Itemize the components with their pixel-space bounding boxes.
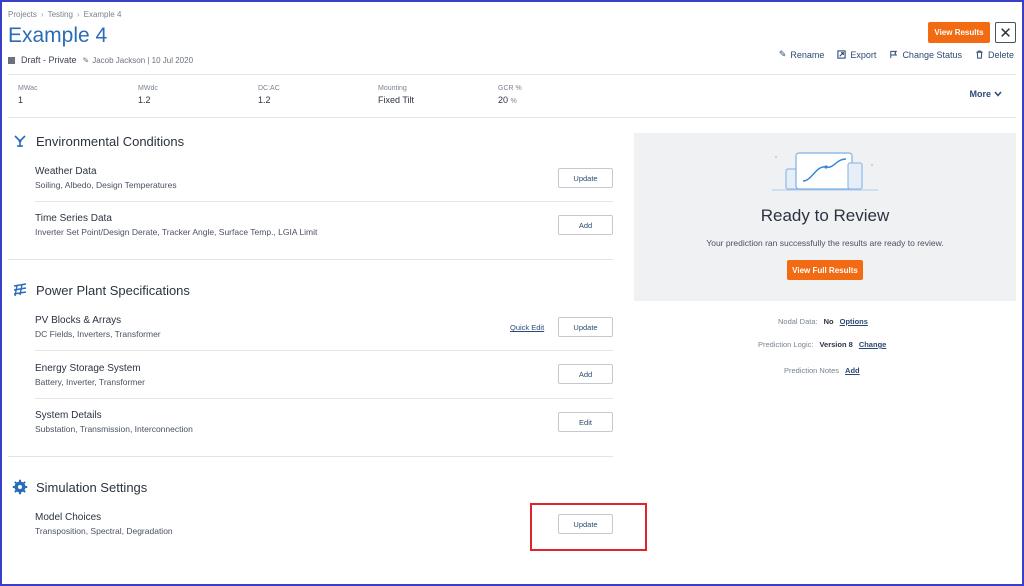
chevron-down-icon xyxy=(994,91,1002,97)
divider xyxy=(35,398,613,399)
item-system-details-subtitle: Substation, Transmission, Interconnectio… xyxy=(35,424,193,434)
prediction-logic-label: Prediction Logic: xyxy=(758,340,814,349)
stat-value: Fixed Tilt xyxy=(378,95,415,105)
delete-action[interactable]: Delete xyxy=(975,50,1014,60)
section-environmental: Environmental Conditions xyxy=(12,133,184,149)
time-series-add-button[interactable]: Add xyxy=(558,215,613,235)
stat-value-wrap: 20 % xyxy=(498,95,522,105)
stat-unit: % xyxy=(510,98,517,105)
pencil-icon: ✎ xyxy=(778,49,787,59)
divider xyxy=(35,350,613,351)
nodal-data-label: Nodal Data: xyxy=(778,317,818,326)
breadcrumb-item-current: Example 4 xyxy=(83,10,122,19)
item-model-choices-subtitle: Transposition, Spectral, Degradation xyxy=(35,526,173,536)
export-icon xyxy=(837,50,847,59)
stat-mwdc: MWdc 1.2 xyxy=(138,85,158,105)
item-model-choices-title: Model Choices xyxy=(35,512,102,523)
author-info: ✎ Jacob Jackson | 10 Jul 2020 xyxy=(83,56,194,65)
breadcrumb-item-testing[interactable]: Testing xyxy=(48,10,73,19)
divider xyxy=(35,201,613,202)
more-label: More xyxy=(969,89,991,99)
stat-mwac: MWac 1 xyxy=(18,85,38,105)
stat-label: DC:AC xyxy=(258,85,280,92)
gear-icon xyxy=(12,479,28,495)
change-status-action[interactable]: Change Status xyxy=(889,50,962,60)
breadcrumb: Projects › Testing › Example 4 xyxy=(8,10,121,19)
weather-data-update-button[interactable]: Update xyxy=(558,168,613,188)
review-title: Ready to Review xyxy=(760,206,890,225)
prediction-logic-value: Version 8 xyxy=(819,340,853,349)
energy-storage-add-button[interactable]: Add xyxy=(558,364,613,384)
pencil-icon: ✎ xyxy=(82,55,90,65)
review-subtitle: Your prediction ran successfully the res… xyxy=(706,238,944,248)
item-energy-storage-title: Energy Storage System xyxy=(35,363,141,374)
export-label: Export xyxy=(850,49,877,60)
divider xyxy=(8,456,613,457)
item-time-series-subtitle: Inverter Set Point/Design Derate, Tracke… xyxy=(35,227,318,237)
divider xyxy=(8,259,613,260)
page-title: Example 4 xyxy=(8,24,108,47)
status-square-icon xyxy=(8,56,15,64)
stat-dcac: DC:AC 1.2 xyxy=(258,85,280,105)
view-full-results-button[interactable]: View Full Results xyxy=(787,260,863,280)
breadcrumb-item-projects[interactable]: Projects xyxy=(8,10,37,19)
chevron-right-icon: › xyxy=(40,10,44,19)
item-energy-storage-subtitle: Battery, Inverter, Transformer xyxy=(35,377,145,387)
item-pv-blocks-subtitle: DC Fields, Inverters, Transformer xyxy=(35,329,161,339)
divider xyxy=(8,117,1016,118)
nodal-options-link[interactable]: Options xyxy=(840,317,868,326)
trash-icon xyxy=(976,50,983,59)
item-pv-blocks-title: PV Blocks & Arrays xyxy=(35,315,122,326)
prediction-logic-row: Prediction Logic: Version 8 Change xyxy=(758,340,886,349)
status-label: Draft - Private xyxy=(21,55,77,65)
export-action[interactable]: Export xyxy=(837,50,876,60)
stat-value: 1.2 xyxy=(138,95,151,105)
chevron-right-icon: › xyxy=(76,10,80,19)
stat-label: Mounting xyxy=(378,85,407,92)
pv-blocks-update-button[interactable]: Update xyxy=(558,317,613,337)
prediction-logic-change-link[interactable]: Change xyxy=(859,340,887,349)
page-actions: ✎ Rename Export Change Status Delete xyxy=(779,49,1014,60)
quick-edit-link[interactable]: Quick Edit xyxy=(510,323,544,332)
stat-label: MWac xyxy=(18,85,38,92)
nodal-data-value: No xyxy=(823,317,834,326)
stat-value: 1 xyxy=(18,95,24,105)
change-status-label: Change Status xyxy=(902,49,962,60)
prediction-notes-label: Prediction Notes xyxy=(784,366,840,375)
highlight-box xyxy=(530,503,647,551)
item-weather-data-title: Weather Data xyxy=(35,166,97,177)
section-power-plant: Power Plant Specifications xyxy=(12,282,190,298)
stat-mounting: Mounting Fixed Tilt xyxy=(378,85,414,105)
author-date: Jacob Jackson | 10 Jul 2020 xyxy=(92,55,194,65)
page-meta: Draft - Private ✎ Jacob Jackson | 10 Jul… xyxy=(8,55,193,65)
rename-action[interactable]: ✎ Rename xyxy=(779,49,825,60)
prediction-notes-add-link[interactable]: Add xyxy=(845,366,860,375)
stat-label: MWdc xyxy=(138,85,158,92)
section-title: Power Plant Specifications xyxy=(36,282,190,298)
section-title: Environmental Conditions xyxy=(36,133,185,149)
rename-label: Rename xyxy=(790,49,825,60)
stat-value: 1.2 xyxy=(258,95,271,105)
nodal-data-row: Nodal Data: No Options xyxy=(778,317,868,326)
stat-gcr: GCR % 20 % xyxy=(498,85,522,105)
section-title: Simulation Settings xyxy=(36,479,148,495)
divider xyxy=(8,74,1016,75)
solar-panel-icon xyxy=(12,282,28,298)
item-weather-data-subtitle: Soiling, Albedo, Design Temperatures xyxy=(35,180,177,190)
close-button[interactable]: ✕ xyxy=(995,22,1016,43)
item-time-series-title: Time Series Data xyxy=(35,213,112,224)
system-details-edit-button[interactable]: Edit xyxy=(558,412,613,432)
environment-icon xyxy=(12,133,28,149)
stat-label: GCR % xyxy=(498,85,522,92)
view-results-button[interactable]: View Results xyxy=(928,22,990,43)
review-illustration xyxy=(772,152,878,191)
close-icon: ✕ xyxy=(999,24,1012,42)
section-simulation: Simulation Settings xyxy=(12,479,147,495)
stat-value: 20 xyxy=(498,95,509,105)
prediction-notes-row: Prediction Notes Add xyxy=(784,366,860,375)
flag-icon xyxy=(890,50,898,59)
item-system-details-title: System Details xyxy=(35,410,102,421)
delete-label: Delete xyxy=(987,49,1014,60)
more-button[interactable]: More xyxy=(969,89,1002,99)
